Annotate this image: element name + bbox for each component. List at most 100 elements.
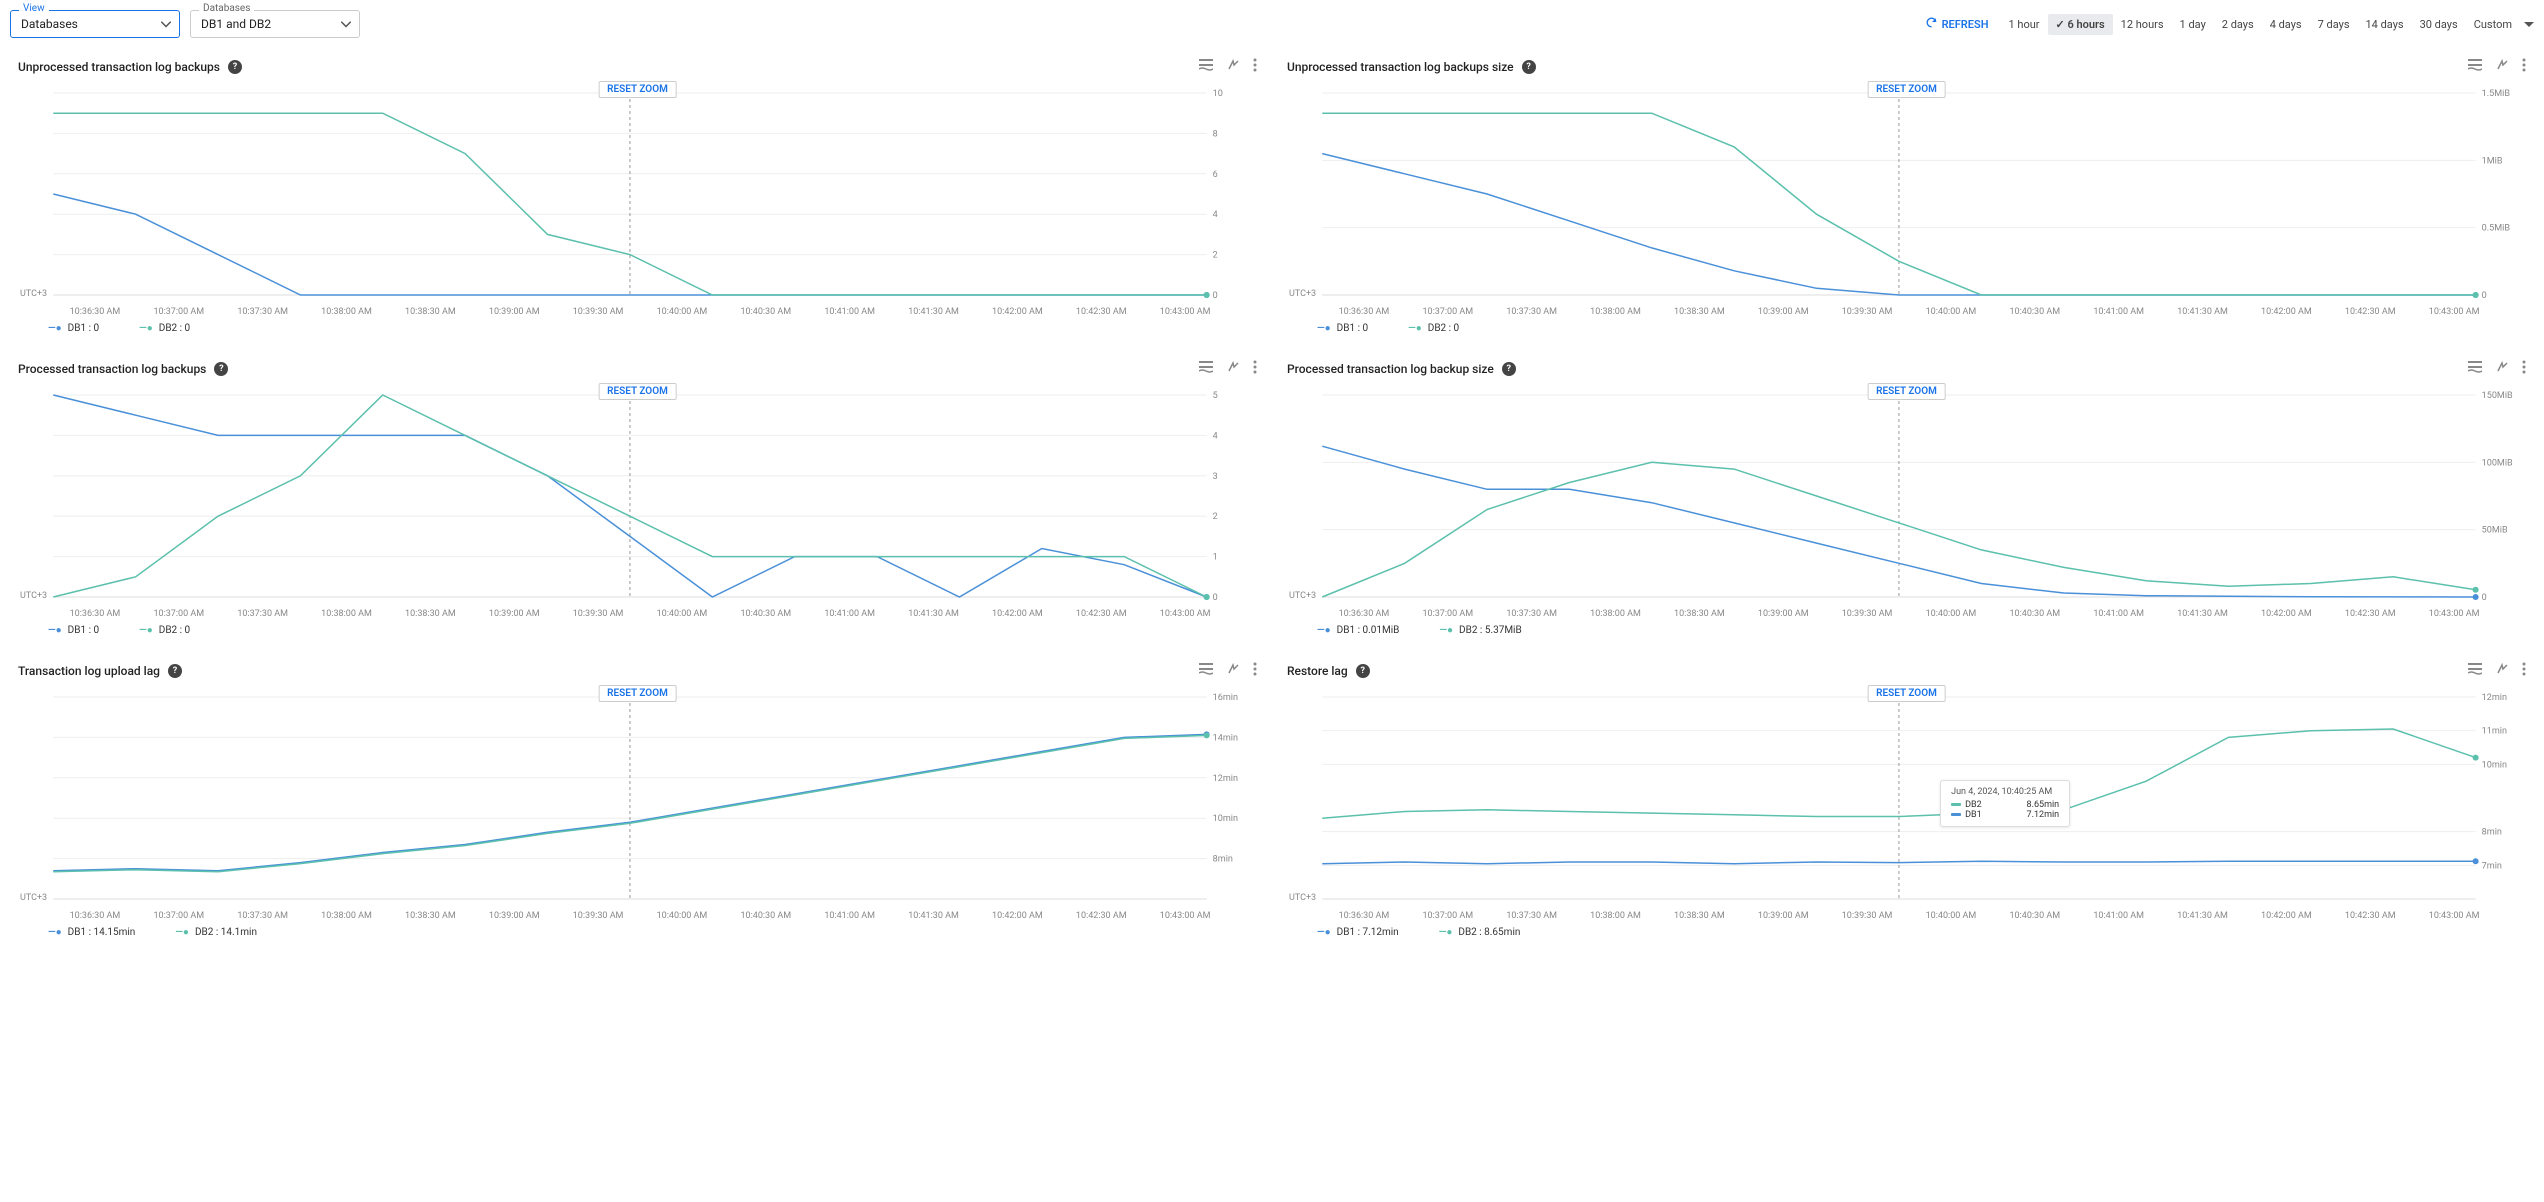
legend-item-DB1[interactable]: —●DB1 : 0.01MiB	[1317, 625, 1399, 636]
filters: View Databases Databases DB1 and DB2	[10, 10, 360, 38]
plot-area[interactable]: RESET ZOOM 8min10min12min14min16min UTC+…	[18, 683, 1257, 913]
svg-text:0: 0	[2482, 291, 2487, 301]
svg-text:4: 4	[1213, 431, 1218, 441]
reset-zoom-button[interactable]: RESET ZOOM	[598, 81, 677, 98]
time-range-7-days[interactable]: 7 days	[2310, 14, 2358, 35]
help-icon[interactable]: ?	[1502, 362, 1516, 376]
refresh-button[interactable]: REFRESH	[1925, 16, 1989, 32]
refresh-label: REFRESH	[1942, 18, 1989, 31]
svg-text:7min: 7min	[2482, 861, 2502, 871]
legend-toggle-icon[interactable]	[2468, 59, 2482, 74]
chart-upload_lag: Transaction log upload lag ? RESET ZOOM …	[10, 658, 1265, 946]
databases-select[interactable]: Databases DB1 and DB2	[190, 10, 360, 38]
svg-text:6: 6	[1213, 170, 1218, 180]
legend-item-DB2[interactable]: —●DB2 : 0	[1408, 323, 1459, 334]
legend-item-DB1[interactable]: —●DB1 : 7.12min	[1317, 927, 1399, 938]
legend-item-DB2[interactable]: —●DB2 : 8.65min	[1439, 927, 1521, 938]
reset-zoom-button[interactable]: RESET ZOOM	[598, 383, 677, 400]
databases-select-value: DB1 and DB2	[201, 17, 271, 31]
utc-label: UTC+3	[1289, 591, 1316, 601]
more-icon[interactable]	[1253, 662, 1257, 679]
reset-zoom-button[interactable]: RESET ZOOM	[598, 685, 677, 702]
refresh-icon	[1925, 16, 1938, 32]
share-icon[interactable]	[2496, 59, 2508, 74]
more-icon[interactable]	[1253, 360, 1257, 377]
more-icon[interactable]	[2522, 58, 2526, 75]
help-icon[interactable]: ?	[228, 60, 242, 74]
top-bar: View Databases Databases DB1 and DB2 REF…	[10, 6, 2534, 42]
custom-caret-icon[interactable]	[2524, 18, 2534, 31]
chart-title: Transaction log upload lag	[18, 664, 160, 678]
svg-text:12min: 12min	[1213, 774, 1238, 784]
svg-text:2: 2	[1213, 251, 1218, 261]
legend-item-DB2[interactable]: —●DB2 : 14.1min	[175, 927, 257, 938]
legend-item-DB2[interactable]: —●DB2 : 5.37MiB	[1439, 625, 1521, 636]
legend-item-DB1[interactable]: —●DB1 : 0	[48, 323, 99, 334]
share-icon[interactable]	[2496, 663, 2508, 678]
legend: —●DB1 : 0 —●DB2 : 0	[18, 323, 1257, 334]
more-icon[interactable]	[1253, 58, 1257, 75]
legend-toggle-icon[interactable]	[2468, 663, 2482, 678]
legend: —●DB1 : 0 —●DB2 : 0	[18, 625, 1257, 636]
time-range-12-hours[interactable]: 12 hours	[2113, 14, 2172, 35]
svg-text:10: 10	[1213, 89, 1223, 99]
time-range-1-day[interactable]: 1 day	[2172, 14, 2214, 35]
svg-text:8: 8	[1213, 129, 1218, 139]
help-icon[interactable]: ?	[168, 664, 182, 678]
share-icon[interactable]	[1227, 663, 1239, 678]
svg-text:10min: 10min	[2482, 760, 2507, 770]
chart-title: Processed transaction log backup size	[1287, 362, 1494, 376]
reset-zoom-button[interactable]: RESET ZOOM	[1867, 383, 1946, 400]
svg-text:0.5MiB: 0.5MiB	[2482, 224, 2511, 234]
time-range-1-hour[interactable]: 1 hour	[2001, 14, 2048, 35]
utc-label: UTC+3	[20, 591, 47, 601]
legend-toggle-icon[interactable]	[1199, 59, 1213, 74]
chart-restore_lag: Restore lag ? RESET ZOOM 7min8min10min11…	[1279, 658, 2534, 946]
reset-zoom-button[interactable]: RESET ZOOM	[1867, 81, 1946, 98]
plot-area[interactable]: RESET ZOOM 7min8min10min11min12min UTC+3…	[1287, 683, 2526, 913]
share-icon[interactable]	[2496, 361, 2508, 376]
legend-item-DB2[interactable]: —●DB2 : 0	[139, 625, 190, 636]
time-range-2-days[interactable]: 2 days	[2214, 14, 2262, 35]
legend-item-DB1[interactable]: —●DB1 : 14.15min	[48, 927, 135, 938]
share-icon[interactable]	[1227, 59, 1239, 74]
help-icon[interactable]: ?	[1522, 60, 1536, 74]
more-icon[interactable]	[2522, 360, 2526, 377]
plot-area[interactable]: RESET ZOOM 0246810 UTC+3	[18, 79, 1257, 309]
time-range-Custom[interactable]: Custom	[2466, 14, 2520, 35]
svg-text:1.5MiB: 1.5MiB	[2482, 89, 2511, 99]
help-icon[interactable]: ?	[214, 362, 228, 376]
time-range-4-days[interactable]: 4 days	[2262, 14, 2310, 35]
svg-text:11min: 11min	[2482, 727, 2507, 737]
share-icon[interactable]	[1227, 361, 1239, 376]
chart-proc_size: Processed transaction log backup size ? …	[1279, 356, 2534, 644]
legend-toggle-icon[interactable]	[1199, 361, 1213, 376]
svg-text:10min: 10min	[1213, 814, 1238, 824]
legend-item-DB2[interactable]: —●DB2 : 0	[139, 323, 190, 334]
svg-text:2: 2	[1213, 512, 1218, 522]
databases-select-label: Databases	[199, 3, 254, 14]
chart-title: Processed transaction log backups	[18, 362, 206, 376]
legend-toggle-icon[interactable]	[1199, 663, 1213, 678]
svg-text:8min: 8min	[2482, 828, 2502, 838]
svg-text:1MiB: 1MiB	[2482, 156, 2503, 166]
more-icon[interactable]	[2522, 662, 2526, 679]
time-range-30-days[interactable]: 30 days	[2412, 14, 2466, 35]
svg-text:12min: 12min	[2482, 693, 2507, 703]
plot-area[interactable]: RESET ZOOM 012345 UTC+3	[18, 381, 1257, 611]
legend-item-DB1[interactable]: —●DB1 : 0	[48, 625, 99, 636]
utc-label: UTC+3	[20, 893, 47, 903]
plot-area[interactable]: RESET ZOOM 050MiB100MiB150MiB UTC+3	[1287, 381, 2526, 611]
legend-item-DB1[interactable]: —●DB1 : 0	[1317, 323, 1368, 334]
time-range-14-days[interactable]: 14 days	[2358, 14, 2412, 35]
help-icon[interactable]: ?	[1356, 664, 1370, 678]
time-range-6-hours[interactable]: 6 hours	[2048, 14, 2113, 35]
view-select[interactable]: View Databases	[10, 10, 180, 38]
svg-text:0: 0	[1213, 593, 1218, 603]
svg-text:3: 3	[1213, 472, 1218, 482]
svg-text:5: 5	[1213, 391, 1218, 401]
legend-toggle-icon[interactable]	[2468, 361, 2482, 376]
reset-zoom-button[interactable]: RESET ZOOM	[1867, 685, 1946, 702]
plot-area[interactable]: RESET ZOOM 00.5MiB1MiB1.5MiB UTC+3	[1287, 79, 2526, 309]
svg-text:8min: 8min	[1213, 855, 1233, 865]
